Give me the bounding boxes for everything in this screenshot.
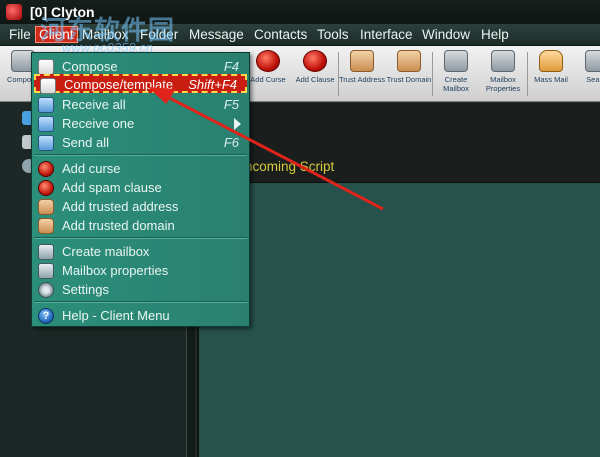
incoming-script-label: ncoming Script — [245, 159, 335, 174]
menu-item-add-spam-clause[interactable]: Add spam clause — [34, 178, 247, 197]
mailbox-properties-icon — [38, 263, 54, 279]
menu-item-label: Add curse — [62, 161, 121, 176]
menu-item-label: Add trusted address — [62, 199, 179, 214]
menu-item-label: Compose — [62, 59, 118, 74]
message-header: ncoming Script — [197, 103, 600, 183]
menu-item-shortcut: F5 — [223, 97, 239, 112]
toolbar-create-mailbox-button[interactable]: Create Mailbox — [433, 48, 479, 100]
template-icon — [40, 78, 56, 94]
menu-bar: File Client Mailbox Folder Message Conta… — [0, 24, 600, 46]
menu-separator — [34, 237, 247, 239]
toolbar-add-clause-button[interactable]: Add Clause — [292, 48, 338, 100]
toolbar-add-clause-label: Add Clause — [295, 75, 335, 84]
receive-one-icon — [38, 116, 54, 132]
toolbar-trust-address-button[interactable]: Trust Address — [339, 48, 385, 100]
menu-item-label: Send all — [62, 135, 109, 150]
mass-mail-icon — [539, 50, 563, 72]
help-icon: ? — [38, 308, 54, 324]
menu-client[interactable]: Client — [35, 26, 78, 43]
menu-item-label: Receive all — [62, 97, 126, 112]
create-mailbox-icon — [38, 244, 54, 260]
toolbar-trust-domain-button[interactable]: Trust Domain — [386, 48, 432, 100]
menu-item-shortcut: Shift+F4 — [188, 77, 237, 92]
toolbar-add-curse-button[interactable]: Add Curse — [245, 48, 291, 100]
menu-window[interactable]: Window — [419, 27, 473, 42]
client-menu-dropdown: Compose F4 Compose/template Shift+F4 Rec… — [31, 52, 250, 327]
menu-item-label: Compose/template — [64, 77, 174, 92]
toolbar-search-button[interactable]: Sea Al — [574, 48, 600, 100]
menu-help[interactable]: Help — [478, 27, 512, 42]
menu-item-help-client-menu[interactable]: ? Help - Client Menu — [34, 306, 247, 325]
submenu-arrow-icon — [234, 118, 241, 130]
menu-item-add-trusted-address[interactable]: Add trusted address — [34, 197, 247, 216]
toolbar-mass-mail-button[interactable]: Mass Mail — [528, 48, 574, 100]
toolbar-mass-mail-label: Mass Mail — [534, 75, 568, 84]
toolbar-trust-address-label: Trust Address — [339, 75, 385, 84]
settings-icon — [38, 282, 54, 298]
title-bar: [0] Clyton — [0, 0, 600, 24]
menu-item-label: Settings — [62, 282, 109, 297]
menu-item-send-all[interactable]: Send all F6 — [34, 133, 247, 152]
toolbar-search-label: Sea Al — [586, 75, 600, 84]
send-all-icon — [38, 135, 54, 151]
menu-item-add-curse[interactable]: Add curse — [34, 159, 247, 178]
menu-interface[interactable]: Interface — [357, 27, 416, 42]
menu-separator — [34, 301, 247, 303]
menu-tools[interactable]: Tools — [314, 27, 352, 42]
app-icon — [6, 4, 22, 20]
trusted-address-icon — [38, 199, 54, 215]
menu-item-create-mailbox[interactable]: Create mailbox — [34, 242, 247, 261]
compose-icon — [38, 59, 54, 75]
menu-item-mailbox-properties[interactable]: Mailbox properties — [34, 261, 247, 280]
menu-item-settings[interactable]: Settings — [34, 280, 247, 299]
clause-icon — [303, 50, 327, 72]
trust-domain-icon — [397, 50, 421, 72]
menu-item-compose-template[interactable]: Compose/template Shift+F4 — [34, 74, 247, 94]
trust-address-icon — [350, 50, 374, 72]
menu-item-receive-one[interactable]: Receive one — [34, 114, 247, 133]
menu-mailbox[interactable]: Mailbox — [79, 27, 132, 42]
search-icon — [585, 50, 600, 72]
menu-contacts[interactable]: Contacts — [251, 27, 310, 42]
toolbar-create-mailbox-label: Create Mailbox — [443, 75, 469, 93]
message-pane[interactable]: ncoming Script — [197, 103, 600, 457]
toolbar-add-curse-label: Add Curse — [250, 75, 286, 84]
menu-message[interactable]: Message — [186, 27, 247, 42]
menu-item-label: Add spam clause — [62, 180, 162, 195]
menu-separator — [34, 154, 247, 156]
menu-item-label: Mailbox properties — [62, 263, 169, 278]
toolbar-trust-domain-label: Trust Domain — [386, 75, 432, 84]
spam-clause-icon — [38, 180, 54, 196]
menu-item-label: Create mailbox — [62, 244, 150, 259]
menu-item-add-trusted-domain[interactable]: Add trusted domain — [34, 216, 247, 235]
create-mailbox-icon — [444, 50, 468, 72]
menu-item-shortcut: F4 — [223, 59, 239, 74]
menu-item-label: Help - Client Menu — [62, 308, 170, 323]
mailbox-properties-icon — [491, 50, 515, 72]
trusted-domain-icon — [38, 218, 54, 234]
menu-item-shortcut: F6 — [223, 135, 239, 150]
menu-item-label: Receive one — [62, 116, 135, 131]
toolbar-mailbox-properties-button[interactable]: Mailbox Properties — [480, 48, 526, 100]
menu-file[interactable]: File — [6, 27, 34, 42]
curse-icon — [256, 50, 280, 72]
menu-item-label: Add trusted domain — [62, 218, 175, 233]
window-title: [0] Clyton — [30, 4, 95, 20]
menu-folder[interactable]: Folder — [137, 27, 181, 42]
receive-all-icon — [38, 97, 54, 113]
menu-item-receive-all[interactable]: Receive all F5 — [34, 95, 247, 114]
curse-icon — [38, 161, 54, 177]
toolbar-mailbox-properties-label: Mailbox Properties — [485, 75, 521, 93]
